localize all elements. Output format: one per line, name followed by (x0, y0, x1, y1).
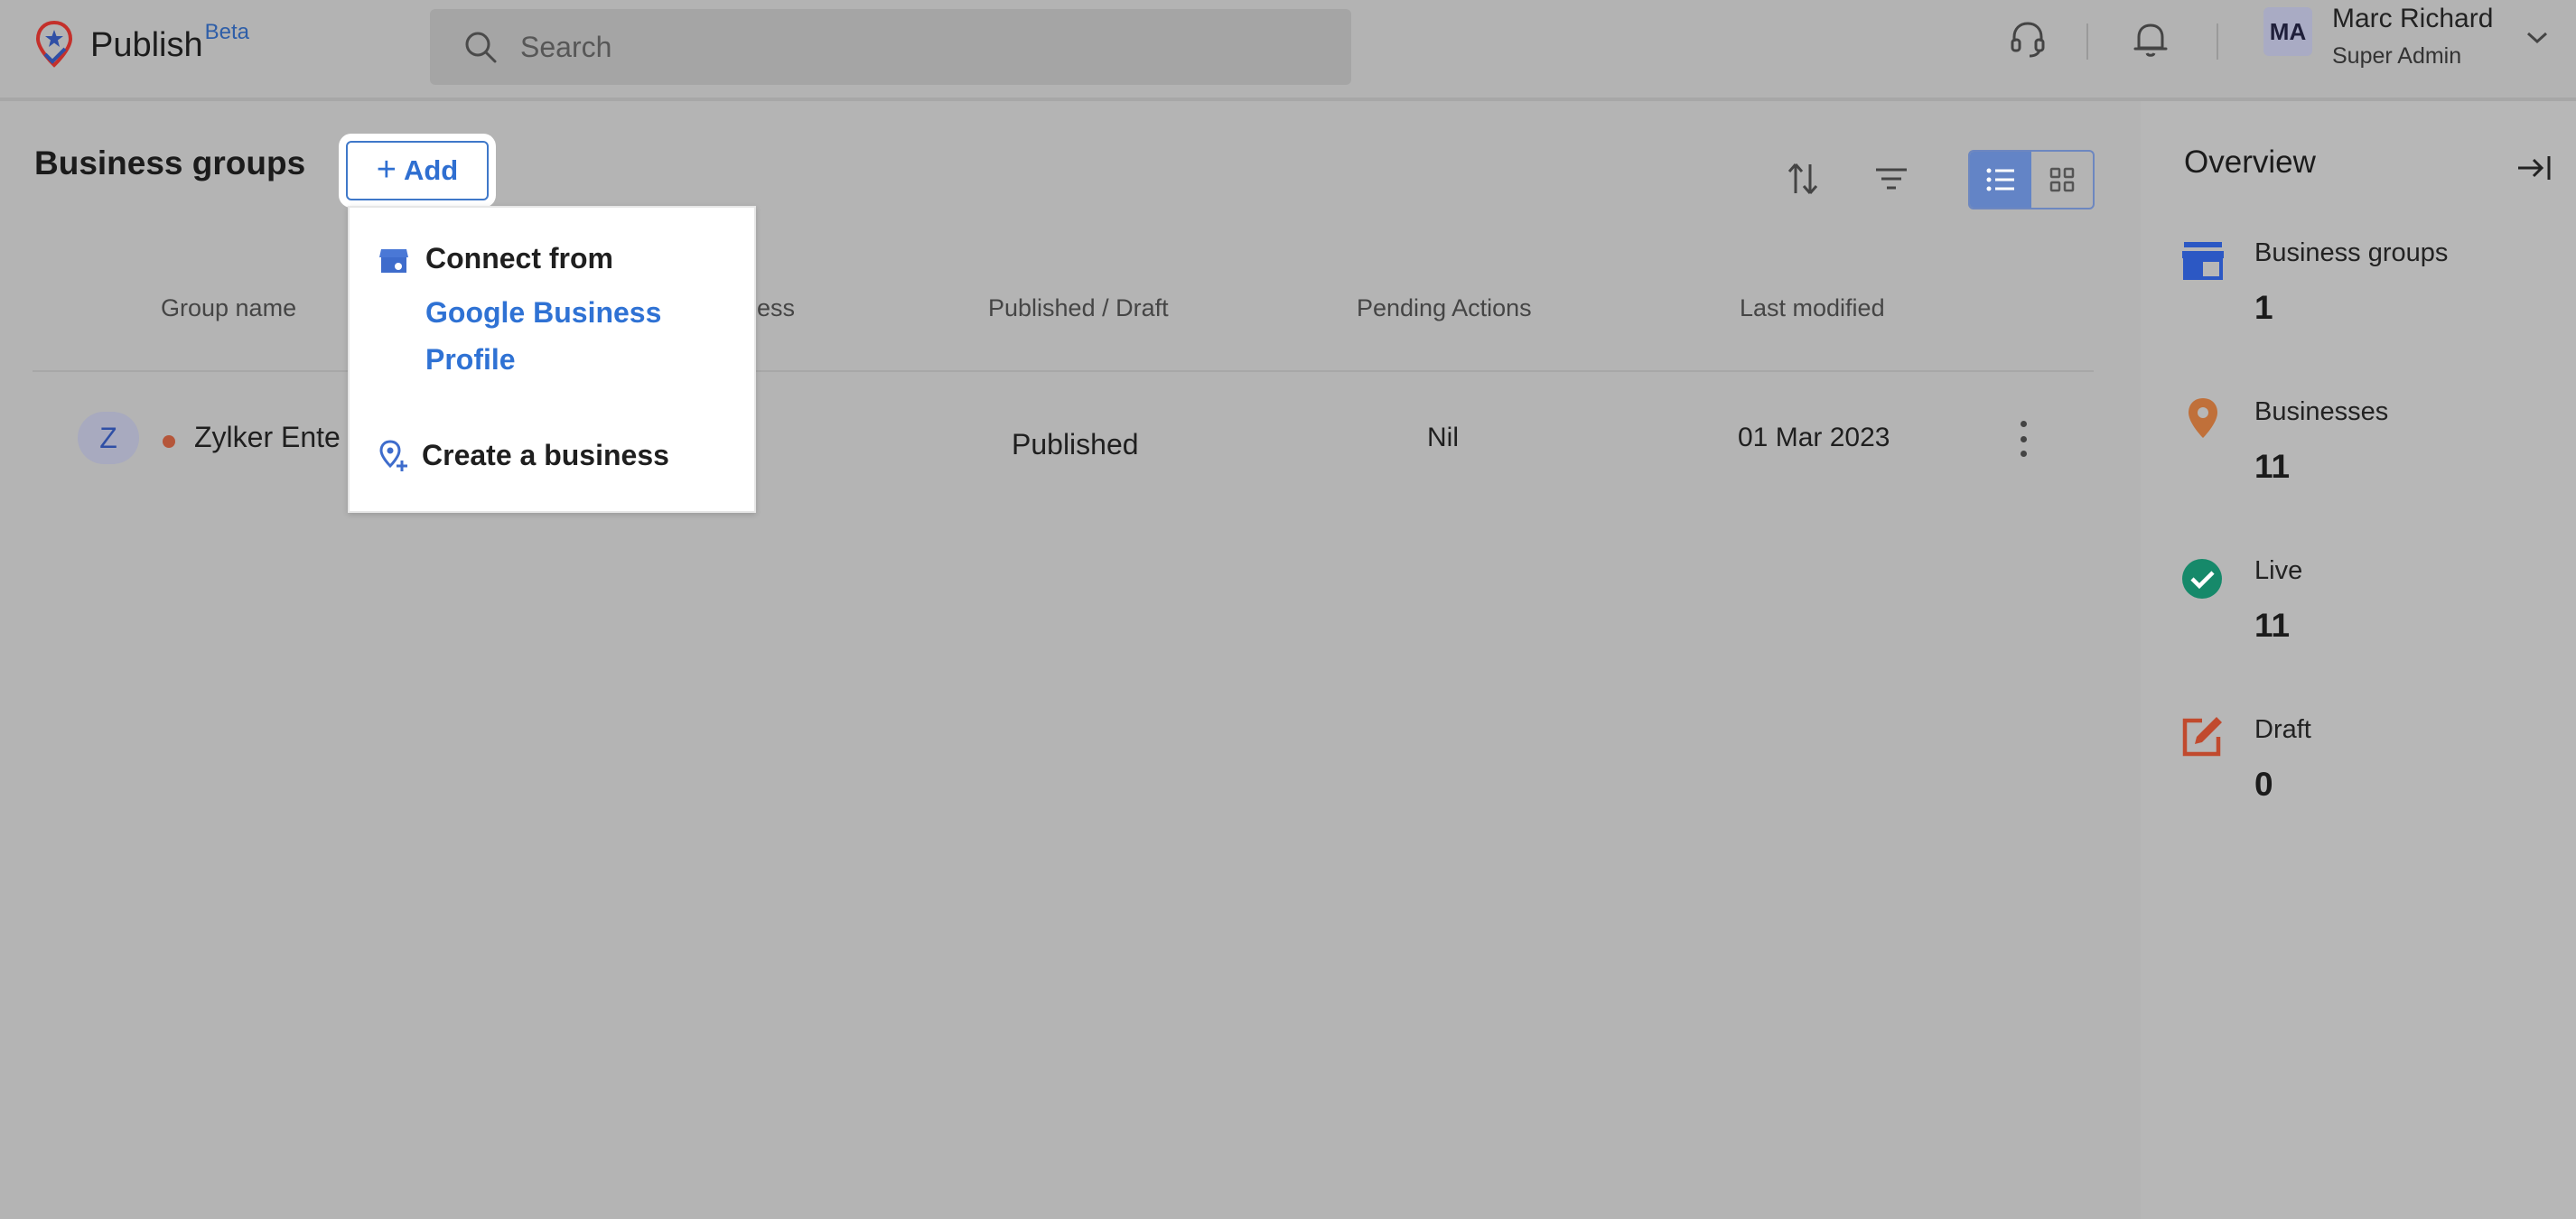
beta-badge: Beta (204, 20, 250, 44)
row-more-options-icon[interactable] (2012, 421, 2034, 457)
edit-icon (2182, 717, 2222, 757)
last-modified: 01 Mar 2023 (1738, 423, 1890, 452)
add-location-icon (379, 440, 407, 471)
add-dropdown-menu: Connect from Google Business Profile Cre… (348, 206, 756, 513)
stat-value-live: 11 (2254, 607, 2291, 644)
search-icon (465, 32, 497, 63)
list-view-button[interactable] (1970, 152, 2031, 208)
group-avatar: Z (78, 412, 139, 464)
headset-icon[interactable] (2007, 18, 2049, 60)
overview-panel: Overview Business groups 1 Businesses 11… (2141, 101, 2576, 1219)
grid-view-button[interactable] (2031, 152, 2093, 208)
publish-status: Published (1012, 428, 1139, 461)
google-business-profile-link[interactable]: Google Business Profile (425, 289, 714, 383)
add-button[interactable]: + Add (346, 141, 489, 200)
user-avatar[interactable]: MA (2263, 7, 2312, 56)
stat-value-draft: 0 (2254, 766, 2273, 803)
store-icon (2182, 242, 2224, 280)
filter-icon[interactable] (1871, 159, 1911, 199)
brand[interactable]: Publish Beta (34, 20, 249, 70)
column-header-group-name[interactable]: Group name (161, 294, 296, 322)
page-title: Business groups (34, 144, 306, 181)
create-business-label: Create a business (422, 439, 669, 471)
search-bar[interactable] (430, 9, 1351, 85)
app-name: Publish (90, 25, 203, 64)
stat-label-draft: Draft (2254, 715, 2311, 744)
menu-item-create-business[interactable]: Create a business (375, 432, 736, 480)
stat-label-live: Live (2254, 556, 2303, 585)
view-toggle (1968, 150, 2095, 209)
group-name[interactable]: Zylker Ente (194, 421, 341, 454)
stat-label-business-groups: Business groups (2254, 238, 2449, 267)
add-button-label: Add (403, 154, 459, 186)
table-divider (33, 370, 2094, 372)
sort-icon[interactable] (1783, 159, 1823, 199)
header-divider (2217, 23, 2218, 60)
list-icon (1986, 168, 2014, 191)
column-header-published-draft[interactable]: Published / Draft (988, 294, 1169, 322)
top-header: Publish Beta MA Marc Richard Super Admin (0, 0, 2576, 101)
check-circle-icon (2182, 559, 2222, 599)
plus-icon: + (376, 150, 397, 189)
stat-value-business-groups: 1 (2254, 289, 2273, 326)
user-role: Super Admin (2332, 43, 2462, 69)
google-business-icon (379, 249, 408, 273)
publish-logo-icon (35, 20, 73, 68)
pending-actions: Nil (1427, 423, 1459, 452)
grid-icon (2049, 167, 2075, 192)
menu-item-connect-google-business-profile[interactable]: Connect from Google Business Profile (375, 238, 736, 383)
search-input[interactable] (518, 29, 1317, 65)
column-header-last-modified[interactable]: Last modified (1740, 294, 1885, 322)
bell-icon[interactable] (2130, 18, 2171, 60)
overview-title: Overview (2184, 144, 2316, 180)
user-name[interactable]: Marc Richard (2332, 4, 2493, 34)
collapse-panel-icon[interactable] (2515, 148, 2554, 188)
stat-label-businesses: Businesses (2254, 397, 2389, 426)
header-divider (2086, 23, 2088, 60)
column-header-pending-actions[interactable]: Pending Actions (1357, 294, 1532, 322)
status-dot (163, 435, 175, 448)
column-header-businesses[interactable]: ess (757, 294, 795, 322)
stat-value-businesses: 11 (2254, 448, 2291, 485)
location-pin-icon (2189, 398, 2217, 438)
chevron-down-icon[interactable] (2525, 31, 2549, 45)
connect-label: Connect from (425, 242, 613, 275)
